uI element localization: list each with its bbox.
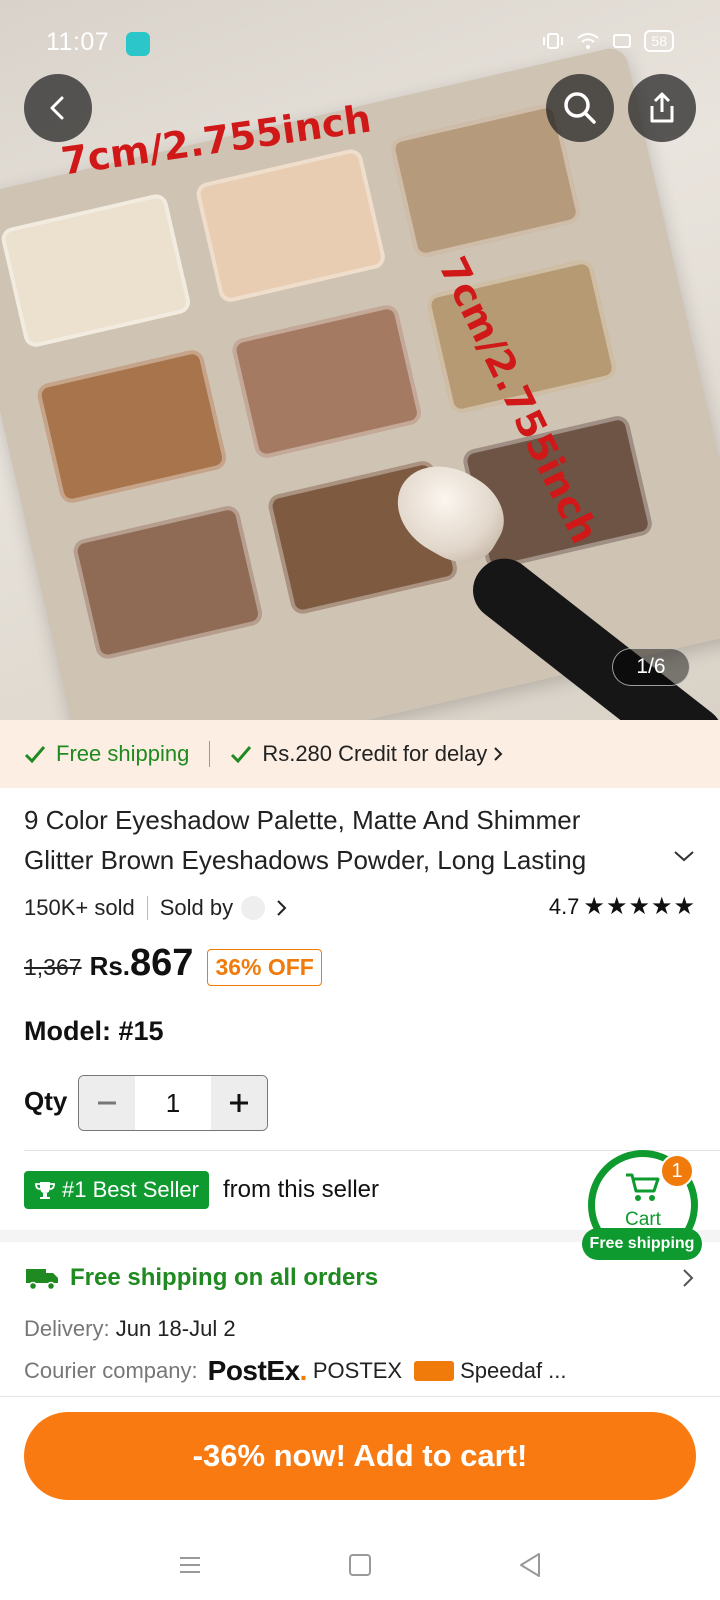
seller-logo[interactable] [241,896,266,920]
divider [24,1150,720,1151]
courier-row: Courier company: PostEx. POSTEX Speedaf … [24,1355,567,1387]
best-seller-badge: #1 Best Seller [24,1171,209,1209]
chevron-right-icon[interactable] [275,898,289,918]
delivery-row: Delivery: Jun 18-Jul 2 [24,1316,236,1342]
qty-label: Qty [24,1086,68,1116]
quantity-value[interactable]: 1 [135,1076,211,1130]
search-icon [564,92,596,124]
share-icon [650,92,674,123]
back-nav-icon[interactable] [515,1550,545,1580]
best-seller-text: #1 Best Seller [62,1177,199,1202]
free-shipping-label: Free shipping [56,741,190,766]
currency: Rs. [89,951,131,981]
truck-icon [26,1269,58,1291]
speedaf-logo [414,1361,455,1381]
cart-free-shipping-pill: Free shipping [582,1228,702,1260]
best-seller-suffix: from this seller [222,1176,380,1203]
delivery-value: Jun 18-Jul 2 [115,1316,236,1341]
wifi-icon [577,33,600,49]
delay-credit-label: Rs.280 Credit for delay [262,741,488,766]
check-icon [24,746,46,764]
postex-name: POSTEX [312,1358,403,1383]
chevron-right-icon[interactable] [680,1266,696,1290]
vibrate-icon [543,33,564,49]
courier-label: Courier company: [24,1358,198,1383]
best-seller-row[interactable]: #1 Best Seller from this seller [24,1170,379,1210]
model-label[interactable]: Model: #15 [24,1016,164,1047]
increase-button[interactable] [211,1076,267,1130]
cart-icon [626,1173,660,1201]
trophy-icon [35,1182,55,1199]
sim-icon [613,34,632,48]
status-icons: 58 [542,30,674,52]
sold-count: 150K+ sold [24,895,135,920]
check-icon [231,746,252,764]
chevron-down-icon[interactable] [672,848,696,864]
back-button[interactable] [24,74,92,142]
back-icon [50,96,64,120]
cart-count-badge: 1 [660,1154,694,1188]
shipping-info-title[interactable]: Free shipping on all orders [24,1264,378,1292]
speedaf-name: Speedaf ... [460,1358,567,1383]
app-notification-icon [126,32,150,56]
status-time: 11:07 [46,28,110,56]
decrease-button[interactable] [79,1076,135,1130]
quantity-stepper: 1 [78,1075,268,1131]
battery-indicator: 58 [644,30,674,52]
search-button[interactable] [546,74,614,142]
menu-icon[interactable] [175,1550,205,1580]
delivery-label: Delivery: [24,1316,110,1341]
product-image-carousel[interactable]: 7cm/2.755inch 7cm/2.755inch 11:07 58 1/6 [0,0,720,720]
sale-price: 867 [130,942,194,984]
divider [0,1396,720,1397]
home-icon[interactable] [345,1550,375,1580]
postex-logo: PostEx. [207,1355,308,1386]
product-title: 9 Color Eyeshadow Palette, Matte And Shi… [24,805,587,875]
share-button[interactable] [628,74,696,142]
shipping-band[interactable]: Free shipping Rs.280 Credit for delay [0,720,720,788]
minus-icon [98,1101,116,1105]
system-nav-bar [0,1530,720,1600]
add-to-cart-button[interactable]: -36% now! Add to cart! [24,1412,696,1500]
rating[interactable]: 4.7 ★★★★★ [549,892,696,921]
price-row: 1,367 Rs. 867 36% OFF [24,942,322,992]
chevron-right-icon [494,747,503,761]
discount-badge: 36% OFF [207,948,322,986]
divider [146,896,148,920]
status-bar: 11:07 58 [0,0,720,88]
divider [209,741,211,767]
shipping-info-text: Free shipping on all orders [70,1264,379,1291]
original-price: 1,367 [24,954,82,980]
star-icon: ★★★★★ [583,893,696,920]
plus-icon [230,1094,248,1112]
rating-value: 4.7 [548,893,580,919]
sold-by-label: Sold by [159,895,234,920]
image-counter: 1/6 [612,648,690,686]
